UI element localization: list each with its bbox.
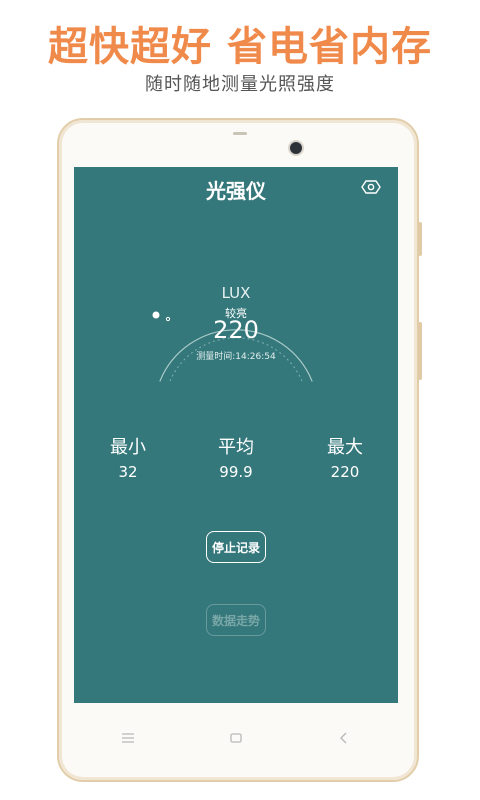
stat-min: 最小 32 (78, 433, 178, 481)
stat-max-label: 最大 (327, 437, 363, 458)
app-screen: 光强仪 LUX 较亮 220 测量时间:14:26:54 最小 32 平均 99… (74, 167, 398, 703)
phone-speaker (233, 132, 247, 135)
nav-bar (74, 703, 398, 773)
phone-camera (288, 140, 304, 156)
home-icon[interactable] (216, 723, 256, 753)
menu-icon[interactable] (108, 723, 148, 753)
stat-max: 最大 220 (295, 433, 395, 481)
stat-min-value: 32 (118, 463, 138, 481)
eye-icon[interactable] (360, 178, 382, 196)
measure-time: 测量时间:14:26:54 (196, 352, 276, 362)
promo-subline: 随时随地测量光照强度 (145, 74, 335, 95)
lux-value: 220 (213, 316, 259, 344)
back-icon[interactable] (324, 723, 364, 753)
stop-record-button[interactable]: 停止记录 (206, 531, 266, 563)
stat-avg-label: 平均 (218, 437, 254, 458)
promo-headline: 超快超好 省电省内存 (48, 24, 432, 70)
stat-min-label: 最小 (110, 437, 146, 458)
stat-max-value: 220 (330, 463, 360, 481)
volume-button (418, 222, 422, 256)
app-title: 光强仪 (206, 179, 266, 203)
power-button (418, 322, 422, 380)
data-trend-button[interactable]: 数据走势 (206, 604, 266, 636)
stat-avg-value: 99.9 (219, 463, 253, 481)
lux-unit: LUX (221, 284, 251, 302)
stat-avg: 平均 99.9 (186, 433, 286, 481)
